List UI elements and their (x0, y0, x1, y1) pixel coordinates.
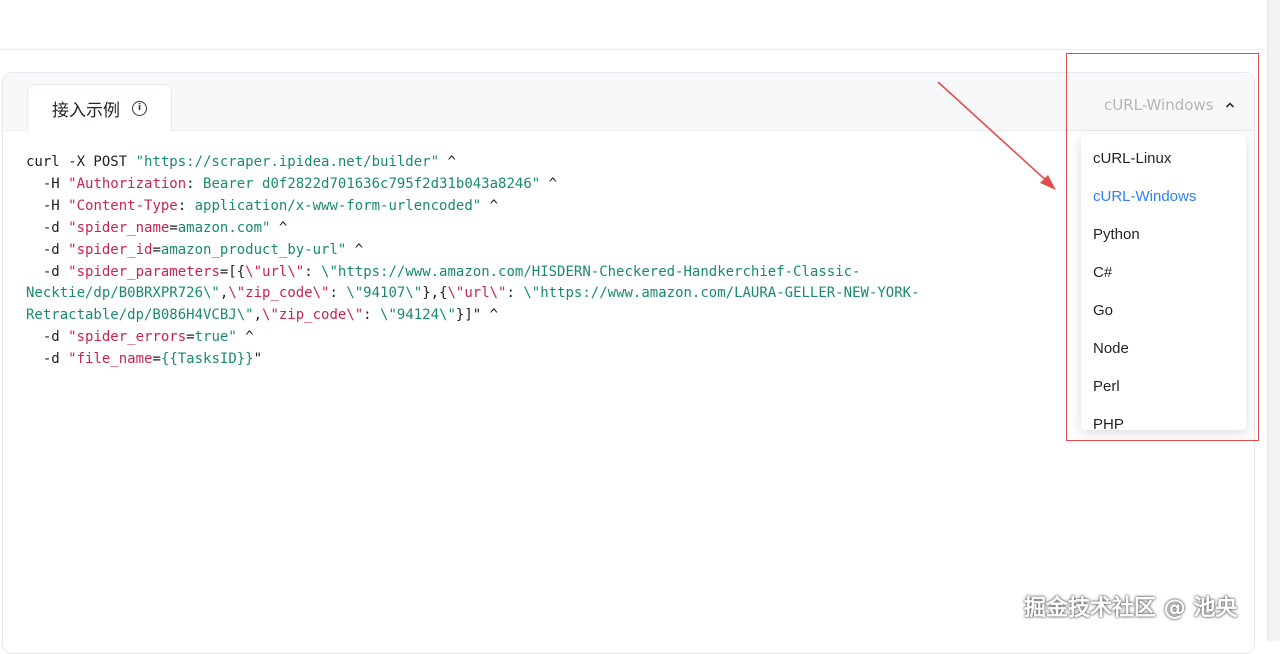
code-token: =[{ (219, 263, 246, 280)
code-token: ^ (346, 241, 364, 258)
code-line: curl -X POST "https://scraper.ipidea.net… (26, 152, 1026, 174)
code-block: curl -X POST "https://scraper.ipidea.net… (26, 152, 1026, 371)
code-token: application/x-www-form-urlencoded" (194, 197, 482, 214)
code-token: curl -X POST (26, 154, 136, 170)
code-token: ^ (270, 219, 288, 236)
code-line: -d "spider_parameters=[{\"url\": \"https… (26, 262, 1026, 284)
code-token: -d (26, 329, 69, 346)
code-token: : (304, 263, 322, 280)
chevron-up-icon (1225, 102, 1234, 108)
code-token: : (329, 285, 347, 302)
code-token: " (253, 351, 263, 368)
language-select[interactable]: cURL-Windows (1104, 96, 1236, 114)
code-token: = (186, 329, 195, 346)
code-token: : (363, 307, 381, 324)
language-option-php[interactable]: PHP (1081, 406, 1246, 430)
code-token: \"https://www.amazon.com/HISDERN-Checker… (321, 263, 861, 280)
code-token: : (186, 175, 204, 192)
code-token: amazon_product_by-url" (160, 241, 347, 258)
tab-integration-example[interactable]: 接入示例 i (27, 84, 172, 131)
code-token: "spider_name (68, 219, 170, 236)
code-token: , (253, 307, 263, 324)
code-token: : (506, 285, 524, 302)
code-token: -H (26, 175, 69, 192)
code-token: -d (26, 219, 69, 236)
code-token: ^ (439, 154, 456, 170)
language-select-value: cURL-Windows (1104, 96, 1214, 114)
code-token: "spider_errors (68, 329, 187, 346)
language-options: cURL-Linux cURL-Windows Python C# Go Node Perl… (1081, 134, 1246, 430)
code-line: Necktie/dp/B0BRXPR726\",\"zip_code\": \"… (26, 283, 1026, 305)
code-line: -d "spider_name=amazon.com" ^ (26, 218, 1026, 240)
language-option-curl-windows[interactable]: cURL-Windows (1081, 178, 1246, 216)
code-line: -d "spider_errors=true" ^ (26, 327, 1026, 349)
code-token: ^ (236, 329, 254, 346)
code-token: ^ (540, 175, 558, 192)
code-token: : (177, 197, 195, 214)
code-token: \"zip_code\" (228, 285, 330, 302)
language-option-node[interactable]: Node (1081, 330, 1246, 368)
code-token: \"url\" (245, 263, 305, 280)
language-option-python[interactable]: Python (1081, 216, 1246, 254)
language-option-perl[interactable]: Perl (1081, 368, 1246, 406)
language-option-curl-linux[interactable]: cURL-Linux (1081, 140, 1246, 178)
code-token: = (152, 241, 161, 258)
code-token: -H (26, 197, 69, 214)
code-token: "spider_parameters (68, 263, 220, 280)
code-token: = (169, 219, 178, 236)
language-dropdown: cURL-Linux cURL-Windows Python C# Go Node Perl… (1081, 134, 1246, 430)
code-token: ^ (481, 197, 499, 214)
code-token: "Content-Type (68, 197, 178, 214)
panel-header (3, 73, 1254, 131)
code-token: "https://scraper.ipidea.net/builder" (135, 154, 440, 170)
code-token: \"https://www.amazon.com/LAURA-GELLER-NE… (523, 285, 920, 302)
code-token: Retractable/dp/B086H4VCBJ\" (26, 307, 254, 324)
code-token: "Authorization (68, 175, 187, 192)
code-token: "file_name (68, 351, 153, 368)
code-line: -d "file_name={{TasksID}}" (26, 349, 1026, 371)
code-token: \"zip_code\" (262, 307, 364, 324)
code-token: \"94107\" (346, 285, 423, 302)
code-token: -d (26, 263, 69, 280)
code-line: -d "spider_id=amazon_product_by-url" ^ (26, 240, 1026, 262)
code-line: Retractable/dp/B086H4VCBJ\",\"zip_code\"… (26, 305, 1026, 327)
code-token: amazon.com" (177, 219, 271, 236)
info-icon[interactable]: i (132, 100, 147, 116)
tab-label: 接入示例 (52, 100, 120, 121)
code-token: },{ (422, 285, 448, 302)
code-token: true" (194, 329, 237, 346)
code-token: Bearer d0f2822d701636c795f2d31b043a8246" (203, 175, 541, 192)
code-token: -d (26, 241, 69, 258)
code-token: {{TasksID}} (160, 351, 254, 368)
code-line: -H "Content-Type: application/x-www-form… (26, 196, 1026, 218)
code-token: \"url\" (447, 285, 507, 302)
code-token: }]" ^ (455, 307, 499, 324)
code-token: Necktie/dp/B0BRXPR726\" (26, 285, 220, 302)
language-option-c-[interactable]: C# (1081, 254, 1246, 292)
language-option-go[interactable]: Go (1081, 292, 1246, 330)
code-token: -d (26, 351, 69, 368)
scrollbar-track[interactable] (1267, 0, 1280, 641)
top-bar (0, 0, 1280, 50)
code-token: \"94124\" (380, 307, 456, 324)
code-token: "spider_id (68, 241, 153, 258)
code-line: -H "Authorization: Bearer d0f2822d701636… (26, 174, 1026, 196)
code-token: = (152, 351, 161, 368)
watermark: 掘金技术社区 @ 池央 (1024, 596, 1238, 621)
